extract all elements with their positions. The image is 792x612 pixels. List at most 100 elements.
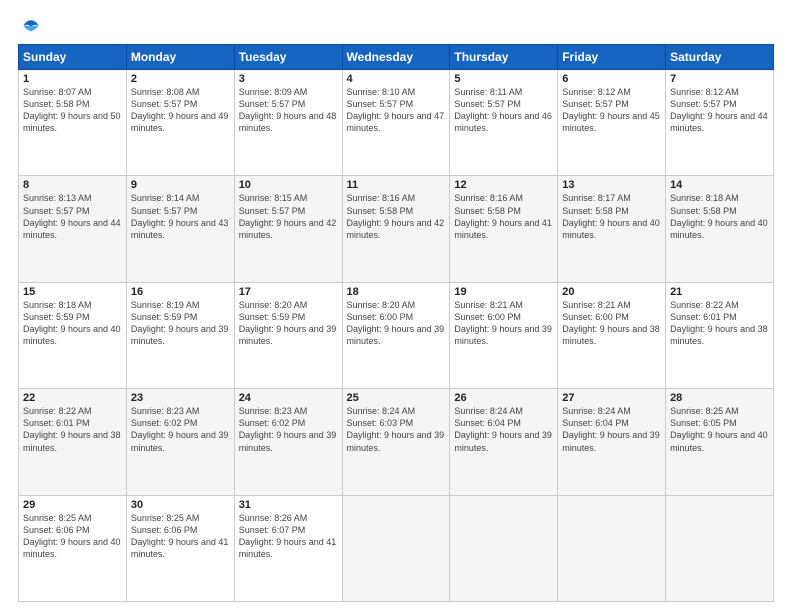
calendar-cell: 12 Sunrise: 8:16 AMSunset: 5:58 PMDaylig… [450,176,558,282]
day-number: 11 [347,179,446,191]
calendar-cell [342,495,450,601]
calendar-cell: 25 Sunrise: 8:24 AMSunset: 6:03 PMDaylig… [342,389,450,495]
calendar-cell: 3 Sunrise: 8:09 AMSunset: 5:57 PMDayligh… [234,70,342,176]
calendar-cell: 11 Sunrise: 8:16 AMSunset: 5:58 PMDaylig… [342,176,450,282]
calendar-cell: 16 Sunrise: 8:19 AMSunset: 5:59 PMDaylig… [126,282,234,388]
day-number: 21 [670,286,769,298]
calendar-cell: 17 Sunrise: 8:20 AMSunset: 5:59 PMDaylig… [234,282,342,388]
day-info: Sunrise: 8:23 AMSunset: 6:02 PMDaylight:… [239,406,337,452]
calendar-header-sunday: Sunday [19,45,127,70]
calendar-week-5: 29 Sunrise: 8:25 AMSunset: 6:06 PMDaylig… [19,495,774,601]
day-info: Sunrise: 8:15 AMSunset: 5:57 PMDaylight:… [239,193,337,239]
day-number: 25 [347,392,446,404]
calendar-cell: 13 Sunrise: 8:17 AMSunset: 5:58 PMDaylig… [558,176,666,282]
day-info: Sunrise: 8:09 AMSunset: 5:57 PMDaylight:… [239,87,337,133]
day-info: Sunrise: 8:25 AMSunset: 6:06 PMDaylight:… [131,513,229,559]
calendar-header-tuesday: Tuesday [234,45,342,70]
calendar-week-1: 1 Sunrise: 8:07 AMSunset: 5:58 PMDayligh… [19,70,774,176]
day-info: Sunrise: 8:24 AMSunset: 6:03 PMDaylight:… [347,406,445,452]
day-number: 10 [239,179,338,191]
calendar-header-saturday: Saturday [666,45,774,70]
calendar-cell: 7 Sunrise: 8:12 AMSunset: 5:57 PMDayligh… [666,70,774,176]
calendar-cell: 26 Sunrise: 8:24 AMSunset: 6:04 PMDaylig… [450,389,558,495]
day-info: Sunrise: 8:18 AMSunset: 5:59 PMDaylight:… [23,300,121,346]
day-number: 29 [23,499,122,511]
calendar-header-row: SundayMondayTuesdayWednesdayThursdayFrid… [19,45,774,70]
calendar-cell: 1 Sunrise: 8:07 AMSunset: 5:58 PMDayligh… [19,70,127,176]
calendar-cell: 15 Sunrise: 8:18 AMSunset: 5:59 PMDaylig… [19,282,127,388]
day-info: Sunrise: 8:22 AMSunset: 6:01 PMDaylight:… [23,406,121,452]
day-info: Sunrise: 8:08 AMSunset: 5:57 PMDaylight:… [131,87,229,133]
day-number: 12 [454,179,553,191]
calendar-cell: 18 Sunrise: 8:20 AMSunset: 6:00 PMDaylig… [342,282,450,388]
calendar-cell: 14 Sunrise: 8:18 AMSunset: 5:58 PMDaylig… [666,176,774,282]
day-info: Sunrise: 8:21 AMSunset: 6:00 PMDaylight:… [562,300,660,346]
day-number: 3 [239,73,338,85]
day-info: Sunrise: 8:16 AMSunset: 5:58 PMDaylight:… [454,193,552,239]
day-number: 24 [239,392,338,404]
day-info: Sunrise: 8:18 AMSunset: 5:58 PMDaylight:… [670,193,768,239]
day-number: 5 [454,73,553,85]
calendar-header-friday: Friday [558,45,666,70]
header [18,18,774,36]
day-number: 26 [454,392,553,404]
calendar-cell: 2 Sunrise: 8:08 AMSunset: 5:57 PMDayligh… [126,70,234,176]
day-number: 13 [562,179,661,191]
day-number: 9 [131,179,230,191]
calendar-cell: 9 Sunrise: 8:14 AMSunset: 5:57 PMDayligh… [126,176,234,282]
day-number: 28 [670,392,769,404]
day-info: Sunrise: 8:07 AMSunset: 5:58 PMDaylight:… [23,87,121,133]
day-number: 2 [131,73,230,85]
calendar-header-wednesday: Wednesday [342,45,450,70]
calendar-table: SundayMondayTuesdayWednesdayThursdayFrid… [18,44,774,602]
calendar-cell: 19 Sunrise: 8:21 AMSunset: 6:00 PMDaylig… [450,282,558,388]
day-number: 7 [670,73,769,85]
calendar-cell: 27 Sunrise: 8:24 AMSunset: 6:04 PMDaylig… [558,389,666,495]
day-info: Sunrise: 8:20 AMSunset: 5:59 PMDaylight:… [239,300,337,346]
logo [18,18,42,36]
day-info: Sunrise: 8:20 AMSunset: 6:00 PMDaylight:… [347,300,445,346]
day-info: Sunrise: 8:10 AMSunset: 5:57 PMDaylight:… [347,87,445,133]
day-number: 15 [23,286,122,298]
day-info: Sunrise: 8:14 AMSunset: 5:57 PMDaylight:… [131,193,229,239]
calendar-cell: 10 Sunrise: 8:15 AMSunset: 5:57 PMDaylig… [234,176,342,282]
calendar-cell: 22 Sunrise: 8:22 AMSunset: 6:01 PMDaylig… [19,389,127,495]
calendar-cell [558,495,666,601]
day-number: 6 [562,73,661,85]
day-info: Sunrise: 8:25 AMSunset: 6:05 PMDaylight:… [670,406,768,452]
day-info: Sunrise: 8:11 AMSunset: 5:57 PMDaylight:… [454,87,552,133]
day-info: Sunrise: 8:13 AMSunset: 5:57 PMDaylight:… [23,193,121,239]
calendar-cell: 28 Sunrise: 8:25 AMSunset: 6:05 PMDaylig… [666,389,774,495]
calendar-cell [666,495,774,601]
day-info: Sunrise: 8:16 AMSunset: 5:58 PMDaylight:… [347,193,445,239]
calendar-week-3: 15 Sunrise: 8:18 AMSunset: 5:59 PMDaylig… [19,282,774,388]
day-number: 18 [347,286,446,298]
calendar-cell: 24 Sunrise: 8:23 AMSunset: 6:02 PMDaylig… [234,389,342,495]
calendar-cell: 29 Sunrise: 8:25 AMSunset: 6:06 PMDaylig… [19,495,127,601]
day-info: Sunrise: 8:21 AMSunset: 6:00 PMDaylight:… [454,300,552,346]
calendar-cell: 4 Sunrise: 8:10 AMSunset: 5:57 PMDayligh… [342,70,450,176]
day-number: 16 [131,286,230,298]
day-info: Sunrise: 8:24 AMSunset: 6:04 PMDaylight:… [562,406,660,452]
calendar-header-thursday: Thursday [450,45,558,70]
calendar-cell: 6 Sunrise: 8:12 AMSunset: 5:57 PMDayligh… [558,70,666,176]
day-number: 1 [23,73,122,85]
calendar-cell: 31 Sunrise: 8:26 AMSunset: 6:07 PMDaylig… [234,495,342,601]
day-info: Sunrise: 8:12 AMSunset: 5:57 PMDaylight:… [562,87,660,133]
day-info: Sunrise: 8:24 AMSunset: 6:04 PMDaylight:… [454,406,552,452]
day-number: 8 [23,179,122,191]
calendar-cell: 23 Sunrise: 8:23 AMSunset: 6:02 PMDaylig… [126,389,234,495]
day-number: 19 [454,286,553,298]
day-info: Sunrise: 8:17 AMSunset: 5:58 PMDaylight:… [562,193,660,239]
day-number: 17 [239,286,338,298]
calendar-cell: 20 Sunrise: 8:21 AMSunset: 6:00 PMDaylig… [558,282,666,388]
calendar-week-2: 8 Sunrise: 8:13 AMSunset: 5:57 PMDayligh… [19,176,774,282]
day-number: 20 [562,286,661,298]
day-info: Sunrise: 8:26 AMSunset: 6:07 PMDaylight:… [239,513,337,559]
page: SundayMondayTuesdayWednesdayThursdayFrid… [0,0,792,612]
calendar-week-4: 22 Sunrise: 8:22 AMSunset: 6:01 PMDaylig… [19,389,774,495]
calendar-cell [450,495,558,601]
calendar-header-monday: Monday [126,45,234,70]
logo-bird-icon [22,18,40,36]
day-info: Sunrise: 8:19 AMSunset: 5:59 PMDaylight:… [131,300,229,346]
